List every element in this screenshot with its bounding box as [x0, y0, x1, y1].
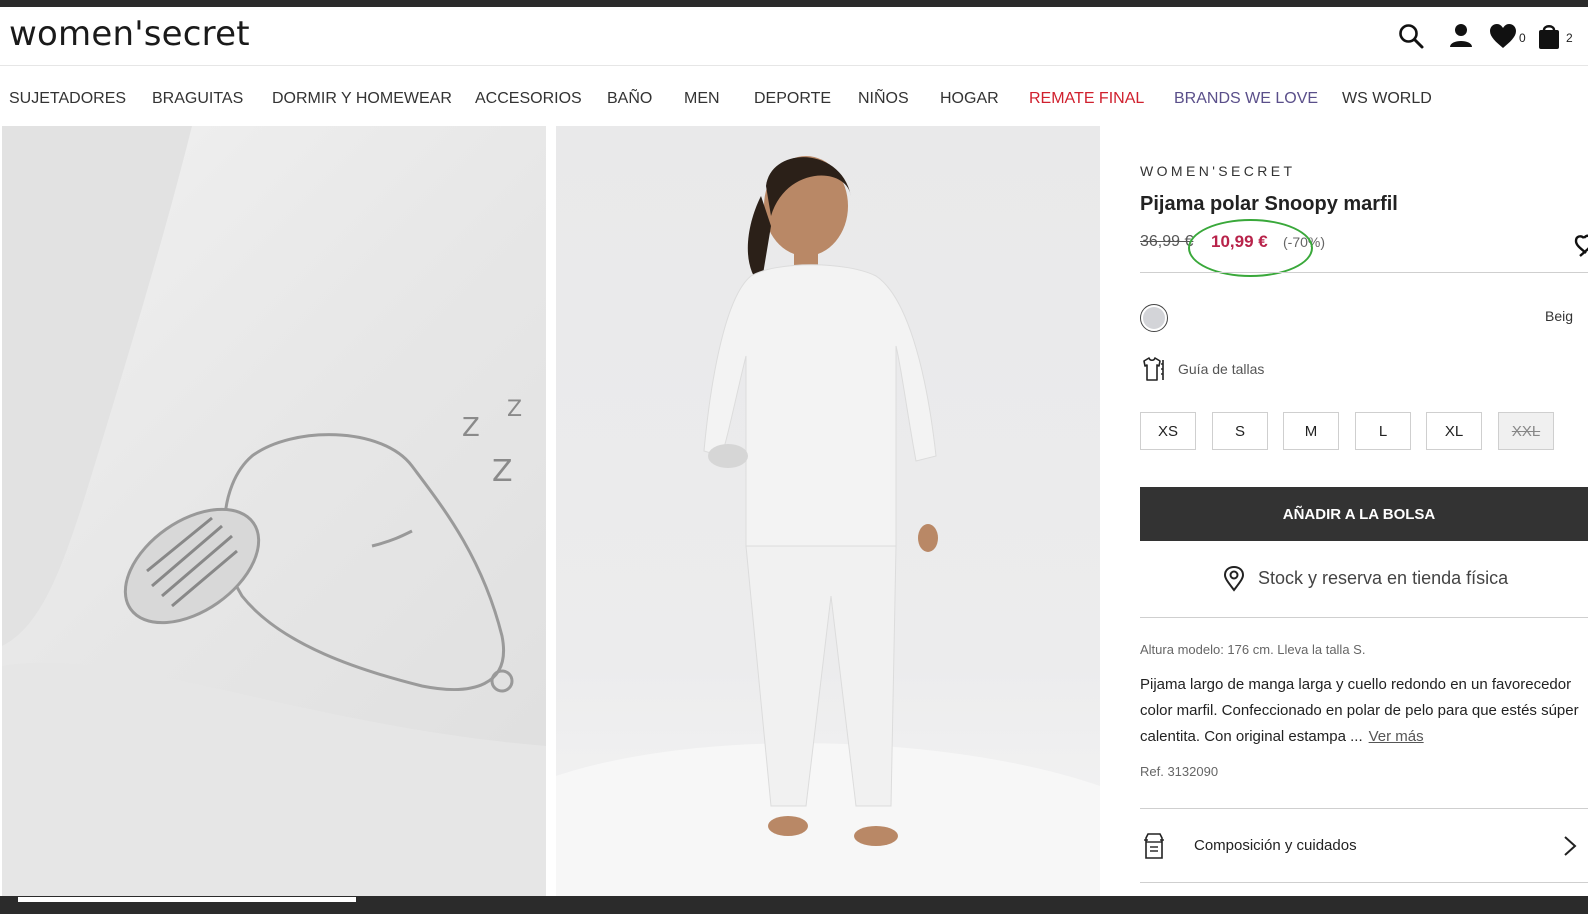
- description-line: calentita. Con original estampa ... Ver m…: [1140, 724, 1588, 750]
- site-header: women'secret 0 2: [0, 7, 1588, 66]
- product-brand: WOMEN'SECRET: [1140, 163, 1296, 179]
- wishlist-count: 0: [1519, 31, 1526, 45]
- size-option-l[interactable]: L: [1355, 412, 1411, 450]
- cart-count: 2: [1566, 31, 1573, 45]
- nav-item-deporte[interactable]: DEPORTE: [754, 90, 831, 108]
- size-option-m[interactable]: M: [1283, 412, 1339, 450]
- nav-item-sujetadores[interactable]: SUJETADORES: [9, 90, 126, 108]
- nav-item-bano[interactable]: BAÑO: [607, 90, 652, 108]
- color-swatch[interactable]: [1140, 304, 1168, 332]
- snoopy-embroidery-illustration: Z Z Z: [2, 126, 546, 896]
- price-divider: [1140, 272, 1588, 273]
- store-stock-label: Stock y reserva en tienda física: [1258, 568, 1509, 588]
- bag-icon[interactable]: [1534, 21, 1564, 51]
- nav-item-hogar[interactable]: HOGAR: [940, 90, 999, 108]
- size-option-xl[interactable]: XL: [1426, 412, 1482, 450]
- add-to-bag-button[interactable]: AÑADIR A LA BOLSA: [1140, 487, 1588, 541]
- product-info-panel: WOMEN'SECRET Pijama polar Snoopy marfil …: [1140, 126, 1588, 896]
- brand-logo[interactable]: women'secret: [9, 14, 250, 54]
- scrollbar-thumb[interactable]: [18, 897, 356, 902]
- composition-care-link[interactable]: Composición y cuidados: [1194, 837, 1357, 854]
- swatch-fill: [1143, 307, 1165, 329]
- price-annotation-circle: [1188, 219, 1313, 277]
- size-guide-link[interactable]: Guía de tallas: [1178, 361, 1264, 377]
- product-title: Pijama polar Snoopy marfil: [1140, 193, 1398, 215]
- search-icon[interactable]: [1396, 21, 1426, 51]
- stock-divider: [1140, 617, 1588, 618]
- model-info: Altura modelo: 176 cm. Lleva la talla S.: [1140, 642, 1366, 657]
- nav-item-dormir-homewear[interactable]: DORMIR Y HOMEWEAR: [272, 90, 452, 108]
- product-photo-model[interactable]: [556, 126, 1100, 896]
- old-price: 36,99 €: [1140, 233, 1194, 250]
- tshirt-ruler-icon: [1140, 356, 1166, 382]
- composition-divider: [1140, 882, 1588, 883]
- top-bar: [0, 0, 1588, 7]
- care-label-icon: [1142, 832, 1166, 860]
- user-icon[interactable]: [1446, 21, 1476, 51]
- ref-divider: [1140, 808, 1588, 809]
- size-option-xxl-unavailable[interactable]: XXL: [1498, 412, 1554, 450]
- ver-mas-link[interactable]: Ver más: [1369, 728, 1424, 745]
- header-icons: 0 2: [1388, 21, 1588, 51]
- horizontal-scrollbar[interactable]: [0, 896, 1588, 914]
- model-illustration: [556, 156, 1100, 896]
- product-description: Pijama largo de manga larga y cuello red…: [1140, 672, 1588, 750]
- description-line-text: calentita. Con original estampa ...: [1140, 728, 1363, 745]
- nav-item-ninos[interactable]: NIÑOS: [858, 90, 909, 108]
- location-pin-icon: [1222, 565, 1246, 592]
- nav-item-accesorios[interactable]: ACCESORIOS: [475, 90, 582, 108]
- size-option-xs[interactable]: XS: [1140, 412, 1196, 450]
- nav-item-remate-final[interactable]: REMATE FINAL: [1029, 90, 1144, 108]
- nav-item-men[interactable]: MEN: [684, 90, 720, 108]
- nav-item-brands-we-love[interactable]: BRANDS WE LOVE: [1174, 90, 1318, 108]
- color-name: Beig: [1545, 308, 1574, 324]
- product-photo-closeup[interactable]: Z Z Z: [2, 126, 546, 896]
- svg-text:Z: Z: [507, 397, 522, 422]
- size-option-s[interactable]: S: [1212, 412, 1268, 450]
- description-line: color marfil. Confeccionado en polar de …: [1140, 702, 1579, 719]
- nav-item-ws-world[interactable]: WS WORLD: [1342, 90, 1432, 108]
- nav-item-braguitas[interactable]: BRAGUITAS: [152, 90, 243, 108]
- wishlist-heart-icon[interactable]: [1556, 230, 1588, 260]
- svg-text:Z: Z: [462, 413, 480, 443]
- main-nav: SUJETADORES BRAGUITAS DORMIR Y HOMEWEAR …: [0, 66, 1588, 126]
- svg-text:Z: Z: [492, 454, 513, 489]
- product-reference: Ref. 3132090: [1140, 764, 1219, 779]
- chevron-right-icon[interactable]: [1560, 834, 1580, 858]
- description-line: Pijama largo de manga larga y cuello red…: [1140, 676, 1572, 693]
- heart-icon[interactable]: [1488, 21, 1518, 51]
